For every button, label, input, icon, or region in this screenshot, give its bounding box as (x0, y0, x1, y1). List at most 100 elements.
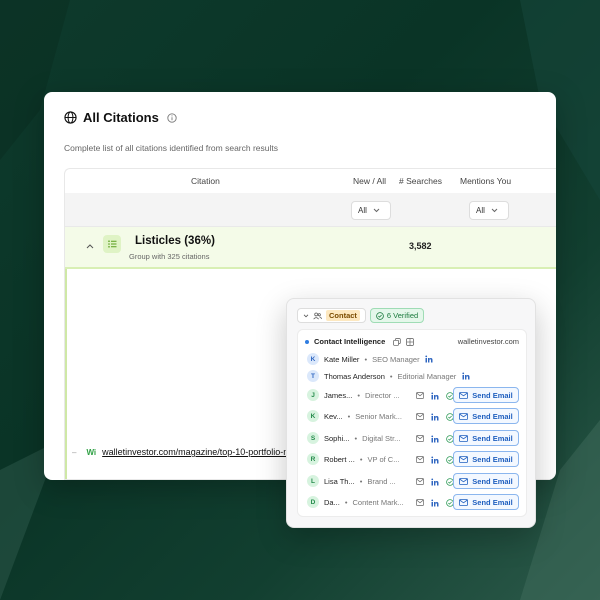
avatar: K (307, 410, 319, 422)
row-dash: – (72, 447, 77, 457)
contact-popover: Contact 6 Verified Contact Intelligence … (286, 298, 536, 528)
group-searches-count: 3,582 (409, 241, 432, 251)
send-email-label: Send Email (472, 454, 513, 464)
send-email-button[interactable]: Send Email (453, 451, 519, 467)
mail-icon[interactable] (415, 391, 424, 400)
contact-intelligence-header: Contact Intelligence (305, 337, 415, 346)
status-dot (305, 339, 309, 344)
contact-label: Contact (326, 310, 360, 321)
users-icon (313, 312, 322, 319)
contact-row[interactable]: L Lisa Th... • Brand ... (307, 474, 396, 488)
avatar: D (307, 496, 319, 508)
chevron-up-icon[interactable] (86, 243, 94, 249)
avatar: L (307, 475, 319, 487)
contact-role: Editorial Manager (397, 371, 457, 381)
linkedin-icon[interactable] (461, 372, 470, 381)
walletinvestor-logo: Wi (86, 447, 97, 457)
send-email-label: Send Email (472, 411, 513, 421)
linkedin-icon[interactable] (430, 434, 439, 443)
chevron-down-icon (373, 208, 380, 213)
mentions-filter-select[interactable]: All (469, 201, 509, 220)
contact-name: Thomas Anderson (324, 371, 385, 381)
contact-toggle[interactable]: Contact (297, 308, 366, 323)
globe-icon (64, 111, 77, 124)
contact-name: Kate Miller (324, 354, 360, 364)
linkedin-icon[interactable] (430, 498, 439, 507)
send-email-button[interactable]: Send Email (453, 387, 519, 403)
chevron-down-icon (303, 314, 309, 317)
contact-actions (415, 391, 454, 400)
citation-link[interactable]: walletinvestor.com/magazine/top-10-portf… (102, 447, 291, 457)
contact-actions (415, 434, 454, 443)
linkedin-icon[interactable] (430, 477, 439, 486)
mail-icon[interactable] (415, 455, 424, 464)
contact-name: Sophi... (324, 433, 350, 443)
info-icon[interactable] (167, 112, 177, 123)
contact-role: Digital Str... (362, 433, 401, 443)
list-icon (103, 235, 121, 253)
group-title: Listicles (36%) (135, 235, 215, 247)
contact-row[interactable]: S Sophi... • Digital Str... (307, 431, 400, 445)
column-header-citation[interactable]: Citation (191, 176, 220, 186)
linkedin-icon[interactable] (430, 391, 439, 400)
contact-row[interactable]: K Kev... • Senior Mark... (307, 409, 402, 423)
verified-badge: 6 Verified (369, 308, 425, 323)
check-circle-icon (376, 311, 384, 320)
citation-row[interactable]: – Wi walletinvestor.com/magazine/top-10-… (65, 447, 291, 457)
copy-icon[interactable] (393, 337, 401, 346)
column-header-searches[interactable]: # Searches (399, 176, 442, 186)
contact-actions (415, 477, 454, 486)
send-email-button[interactable]: Send Email (453, 473, 519, 489)
separator-dot: • (344, 497, 348, 507)
contact-actions (415, 455, 454, 464)
avatar: T (307, 370, 319, 382)
contact-role: Brand ... (367, 476, 396, 486)
mail-icon[interactable] (415, 434, 424, 443)
mail-icon (459, 455, 469, 464)
new-all-filter-select[interactable]: All (351, 201, 391, 220)
separator-dot: • (357, 390, 360, 400)
avatar: R (307, 453, 319, 465)
contact-actions (415, 412, 454, 421)
separator-dot: • (359, 454, 363, 464)
card-subtitle: Complete list of all citations identifie… (64, 143, 279, 153)
column-header-new-all[interactable]: New / All (353, 176, 386, 186)
contact-row[interactable]: K Kate Miller • SEO Manager (307, 352, 434, 366)
avatar: S (307, 432, 319, 444)
group-row-listicles[interactable]: Listicles (36%) Group with 325 citations… (65, 227, 556, 269)
send-email-button[interactable]: Send Email (453, 494, 519, 510)
mail-icon (459, 477, 469, 486)
avatar: J (307, 389, 319, 401)
send-email-button[interactable]: Send Email (453, 408, 519, 424)
contact-role: VP of C... (367, 454, 400, 464)
linkedin-icon[interactable] (430, 455, 439, 464)
mail-icon (459, 412, 469, 421)
separator-dot: • (364, 354, 368, 364)
mail-icon (459, 498, 469, 507)
contact-intelligence-panel: Contact Intelligence walletinvestor.com … (297, 329, 527, 517)
mail-icon[interactable] (415, 412, 424, 421)
contact-name: Kev... (324, 411, 343, 421)
separator-dot: • (354, 433, 358, 443)
contact-row[interactable]: D Da... • Content Mark... (307, 495, 404, 509)
contact-row[interactable]: R Robert ... • VP of C... (307, 452, 399, 466)
column-header-mentions[interactable]: Mentions You (460, 176, 511, 186)
linkedin-icon[interactable] (430, 412, 439, 421)
send-email-button[interactable]: Send Email (453, 430, 519, 446)
mail-icon[interactable] (415, 477, 424, 486)
contact-row[interactable]: T Thomas Anderson • Editorial Manager (307, 369, 470, 383)
send-email-label: Send Email (472, 476, 513, 486)
contact-domain: walletinvestor.com (457, 337, 519, 346)
separator-dot: • (359, 476, 363, 486)
page-title: All Citations (83, 110, 159, 125)
separator-dot: • (389, 371, 393, 381)
linkedin-icon[interactable] (425, 355, 434, 364)
mail-icon (459, 391, 469, 400)
mail-icon[interactable] (415, 498, 424, 507)
chevron-down-icon (491, 208, 498, 213)
grid-icon[interactable] (406, 337, 415, 346)
contact-row[interactable]: J James... • Director ... (307, 388, 400, 402)
filter-row: All All (65, 193, 556, 227)
avatar: K (307, 353, 319, 365)
contact-role: SEO Manager (372, 354, 420, 364)
